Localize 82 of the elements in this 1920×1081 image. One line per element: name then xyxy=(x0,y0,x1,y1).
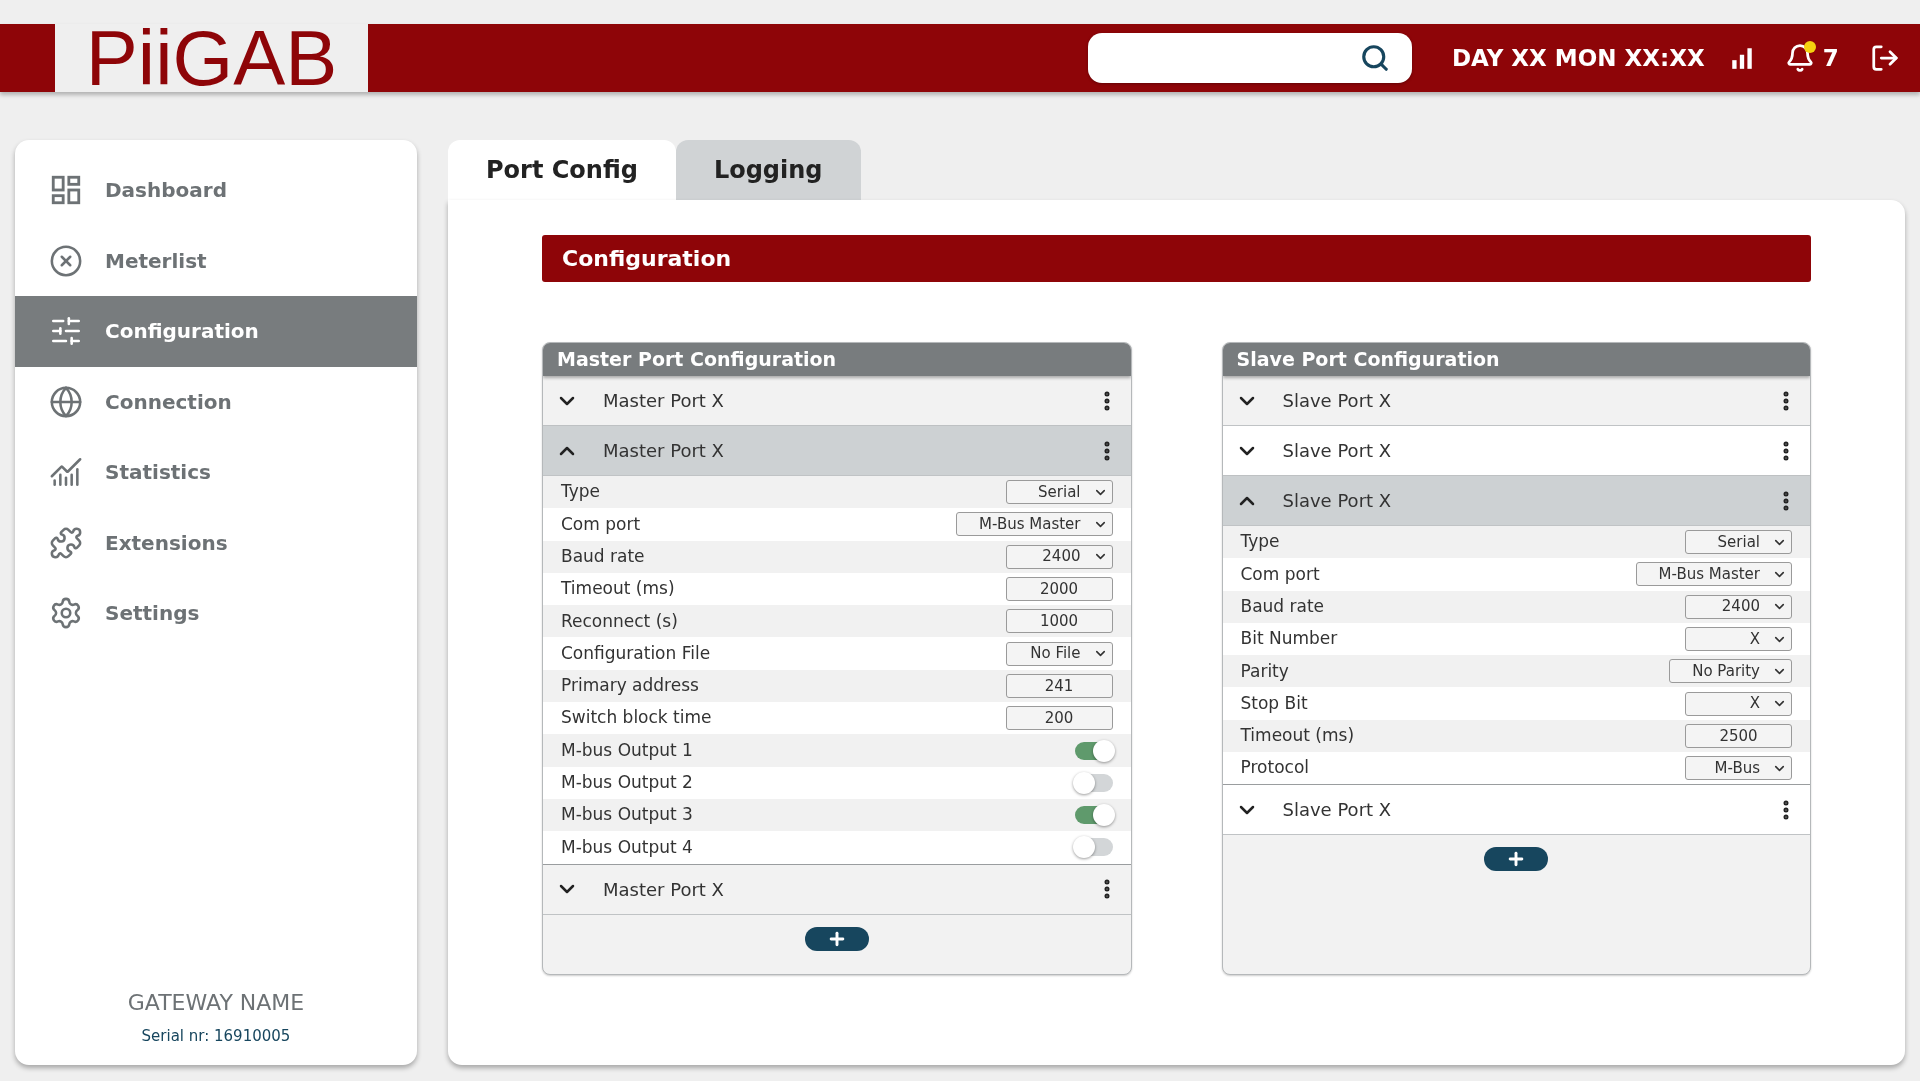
sidebar-item[interactable]: Extensions xyxy=(15,507,417,578)
port-label: Slave Port X xyxy=(1282,798,1393,823)
field-label: Bit Number xyxy=(1240,627,1338,651)
field-label: M-bus Output 2 xyxy=(561,771,693,795)
field-label: Switch block time xyxy=(561,706,712,730)
select-field[interactable]: No Parity xyxy=(1669,659,1792,684)
input-field[interactable]: 1000 xyxy=(1005,609,1113,634)
sidebar-item[interactable]: Settings xyxy=(15,578,417,649)
search-icon[interactable] xyxy=(1360,43,1390,73)
toggle-switch[interactable] xyxy=(1074,838,1113,857)
field-label: Protocol xyxy=(1240,756,1309,780)
select-field[interactable]: 2400 xyxy=(1005,544,1113,569)
field-label: Primary address xyxy=(561,674,699,698)
settings-icon xyxy=(49,596,83,631)
port-row[interactable]: Slave Port X xyxy=(1222,426,1810,476)
field-label: Timeout (ms) xyxy=(1240,724,1355,748)
select-field[interactable]: X xyxy=(1685,627,1792,652)
bell-icon xyxy=(1784,43,1815,73)
sidebar-item[interactable]: Connection xyxy=(15,366,417,437)
date-time: DAY XX MON XX:XX xyxy=(1452,43,1705,73)
field-label: Com port xyxy=(1240,562,1320,586)
field-label: Type xyxy=(1240,530,1280,554)
tab[interactable]: Logging xyxy=(675,140,861,200)
port-row[interactable]: Master Port X xyxy=(543,864,1131,915)
serial-number: Serial nr: 16910005 xyxy=(141,1025,291,1047)
toggle-switch[interactable] xyxy=(1074,773,1113,792)
port-row[interactable]: Slave Port X xyxy=(1222,376,1810,426)
notification-button[interactable]: 7 xyxy=(1784,40,1839,76)
port-label: Slave Port X xyxy=(1282,439,1393,463)
port-row[interactable]: Master Port X xyxy=(543,376,1131,426)
toggle-switch[interactable] xyxy=(1074,741,1113,760)
sidebar-item[interactable]: Dashboard xyxy=(15,155,417,226)
field-label: M-bus Output 4 xyxy=(561,835,693,859)
select-field[interactable]: M-Bus Master xyxy=(956,512,1113,537)
sidebar-item[interactable]: Configuration xyxy=(15,296,417,367)
input-field[interactable]: 200 xyxy=(1005,706,1113,731)
circle-x-icon xyxy=(49,243,83,278)
field-label: Type xyxy=(561,480,601,504)
globe-icon xyxy=(49,384,83,419)
port-label: Master Port X xyxy=(603,877,725,902)
select-field[interactable]: Serial xyxy=(1685,530,1792,555)
port-label: Slave Port X xyxy=(1282,489,1393,513)
field-label: Com port xyxy=(561,512,641,536)
port-row[interactable]: Master Port X xyxy=(543,426,1131,476)
section-title: Configuration xyxy=(542,235,1811,282)
add-button[interactable] xyxy=(804,926,869,951)
field-label: Parity xyxy=(1240,659,1289,683)
select-field[interactable]: X xyxy=(1685,691,1792,716)
select-field[interactable]: M-Bus Master xyxy=(1635,562,1792,587)
puzzle-icon xyxy=(49,525,83,560)
sidebar-item[interactable]: Meterlist xyxy=(15,225,417,296)
field-label: Reconnect (s) xyxy=(561,609,678,633)
port-row[interactable]: Slave Port X xyxy=(1222,785,1810,836)
input-field[interactable]: 241 xyxy=(1005,673,1113,698)
search-field[interactable] xyxy=(1088,33,1412,83)
field-label: M-bus Output 1 xyxy=(561,738,693,762)
tab[interactable]: Port Config xyxy=(448,140,676,200)
port-row[interactable]: Slave Port X xyxy=(1222,476,1810,526)
panel-header: Master Port Configuration xyxy=(543,343,1131,376)
header-bar xyxy=(0,24,55,92)
panel-header: Slave Port Configuration xyxy=(1222,343,1810,376)
input-field[interactable]: 2000 xyxy=(1005,577,1113,602)
field-label: Configuration File xyxy=(561,641,711,665)
field-label: Timeout (ms) xyxy=(561,577,675,601)
logo: PiiGAB xyxy=(85,19,338,97)
field-label: Stop Bit xyxy=(1240,691,1308,715)
add-button[interactable] xyxy=(1484,847,1549,872)
select-field[interactable]: Serial xyxy=(1005,480,1113,505)
select-field[interactable]: 2400 xyxy=(1685,594,1792,619)
toggle-switch[interactable] xyxy=(1074,806,1113,825)
sidebar-item[interactable]: Statistics xyxy=(15,437,417,508)
field-label: Baud rate xyxy=(1240,595,1325,618)
logout-icon[interactable] xyxy=(1870,43,1900,73)
port-label: Slave Port X xyxy=(1282,389,1393,413)
gateway-name: GATEWAY NAME xyxy=(127,988,305,1017)
select-field[interactable]: No File xyxy=(1005,641,1113,666)
field-label: Baud rate xyxy=(561,545,645,568)
port-label: Master Port X xyxy=(603,439,725,463)
input-field[interactable]: 2500 xyxy=(1685,723,1792,748)
field-label: M-bus Output 3 xyxy=(561,803,693,827)
select-field[interactable]: M-Bus xyxy=(1685,756,1792,781)
port-label: Master Port X xyxy=(603,389,725,413)
